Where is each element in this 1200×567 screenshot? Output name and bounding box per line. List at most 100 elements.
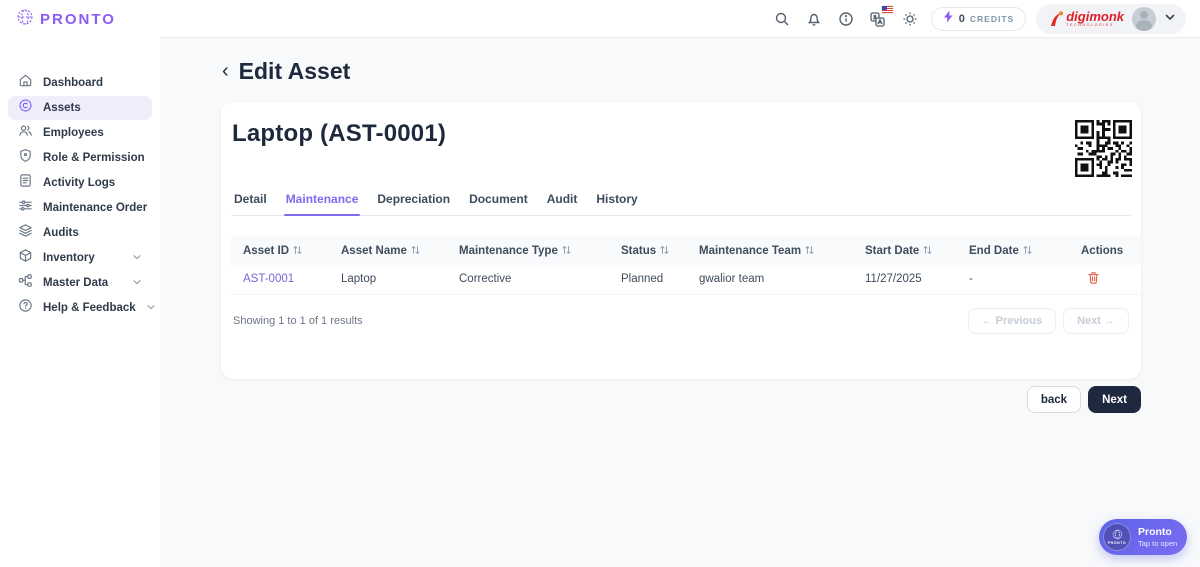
topbar-actions: 0 CREDITS digimonk TECHNOLOGIES (771, 4, 1200, 34)
sidebar-item-role-permission[interactable]: Role & Permission (8, 146, 152, 170)
sidebar: Dashboard Assets Employees Role & Permissio… (0, 38, 160, 567)
sort-icon[interactable] (805, 245, 814, 255)
sidebar-item-label: Assets (43, 102, 81, 114)
sidebar-item-dashboard[interactable]: Dashboard (8, 71, 152, 95)
bell-icon[interactable] (803, 8, 825, 30)
chevron-down-icon[interactable] (1164, 10, 1176, 28)
column-header-asset-name[interactable]: Asset Name (329, 236, 447, 265)
sidebar-item-audits[interactable]: Audits (8, 221, 152, 245)
credits-badge[interactable]: 0 CREDITS (931, 7, 1026, 31)
tab-maintenance[interactable]: Maintenance (284, 186, 361, 215)
tab-bar: Detail Maintenance Depreciation Document Aud… (231, 186, 1131, 216)
sort-icon[interactable] (411, 245, 420, 255)
sidebar-item-label: Master Data (43, 277, 108, 289)
maintenance-table: Asset IDAsset NameMaintenance TypeStatus… (231, 236, 1141, 295)
sort-icon[interactable] (293, 245, 302, 255)
table-footer: Showing 1 to 1 of 1 results ← Previous N… (231, 308, 1131, 334)
sidebar-item-label: Inventory (43, 252, 95, 264)
network-icon (18, 273, 33, 293)
credits-label: CREDITS (970, 14, 1014, 24)
column-header-end-date[interactable]: End Date (957, 236, 1069, 265)
pronto-chat-widget[interactable]: PRONTO Pronto Tap to open (1099, 519, 1187, 555)
bolt-icon (943, 10, 954, 28)
start-date-cell: 11/27/2025 (853, 265, 957, 294)
language-flag-us (882, 6, 893, 13)
pagination: ← Previous Next → (968, 308, 1129, 334)
next-button[interactable]: Next (1088, 386, 1141, 413)
sidebar-item-label: Role & Permission (43, 152, 145, 164)
sidebar-item-help-feedback[interactable]: Help & Feedback (8, 296, 152, 320)
sidebar-item-label: Dashboard (43, 77, 103, 89)
table-header: Asset IDAsset NameMaintenance TypeStatus… (231, 236, 1141, 265)
digimonk-logo: digimonk TECHNOLOGIES (1048, 10, 1124, 28)
sidebar-item-label: Employees (43, 127, 104, 139)
page-title: Edit Asset (239, 58, 351, 85)
digimonk-name: digimonk (1066, 10, 1124, 23)
main-content: ‹ Edit Asset Laptop (AST-0001) Detail Mai… (160, 38, 1200, 567)
tab-depreciation[interactable]: Depreciation (375, 186, 452, 215)
widget-logo-text: PRONTO (1108, 541, 1127, 545)
sidebar-item-inventory[interactable]: Inventory (8, 246, 152, 270)
maintenance-team-cell: gwalior team (687, 265, 853, 294)
home-icon (18, 73, 33, 93)
tab-history[interactable]: History (594, 186, 639, 215)
sliders-icon (18, 198, 33, 218)
actions-cell (1069, 265, 1141, 294)
sidebar-item-label: Help & Feedback (43, 302, 136, 314)
account-menu[interactable]: digimonk TECHNOLOGIES (1036, 4, 1186, 34)
logs-icon (18, 173, 33, 193)
status-cell: Planned (609, 265, 687, 294)
digimonk-sub: TECHNOLOGIES (1066, 24, 1124, 28)
footer-actions: back Next (221, 386, 1141, 413)
trash-icon (1087, 271, 1100, 285)
sidebar-item-label: Audits (43, 227, 79, 239)
sidebar-item-employees[interactable]: Employees (8, 121, 152, 145)
credits-count: 0 (959, 13, 965, 25)
column-header-actions: Actions (1069, 236, 1141, 265)
delete-button[interactable] (1087, 271, 1100, 288)
asset-id-cell[interactable]: AST-0001 (231, 265, 329, 294)
sort-icon[interactable] (1023, 245, 1032, 255)
sidebar-item-label: Maintenance Order (43, 202, 147, 214)
asset-title: Laptop (AST-0001) (231, 102, 1131, 148)
help-icon (18, 298, 33, 318)
results-summary: Showing 1 to 1 of 1 results (233, 315, 363, 327)
column-header-status[interactable]: Status (609, 236, 687, 265)
sidebar-item-label: Activity Logs (43, 177, 115, 189)
avatar[interactable] (1132, 7, 1156, 31)
tab-audit[interactable]: Audit (545, 186, 580, 215)
sidebar-item-maintenance-order[interactable]: Maintenance Order (8, 196, 152, 220)
assets-icon (18, 98, 33, 118)
tab-detail[interactable]: Detail (232, 186, 269, 215)
column-header-maintenance-type[interactable]: Maintenance Type (447, 236, 609, 265)
pronto-widget-icon: PRONTO (1103, 523, 1131, 551)
theme-icon[interactable] (899, 8, 921, 30)
back-button[interactable]: back (1027, 386, 1081, 413)
app-logo[interactable]: PRONTO (0, 8, 116, 31)
sidebar-item-activity-logs[interactable]: Activity Logs (8, 171, 152, 195)
back-chevron-icon[interactable]: ‹ (222, 61, 229, 81)
chevron-down-icon (146, 299, 156, 317)
search-icon[interactable] (771, 8, 793, 30)
sidebar-item-assets[interactable]: Assets (8, 96, 152, 120)
next-page-button[interactable]: Next → (1063, 308, 1129, 334)
column-header-asset-id[interactable]: Asset ID (231, 236, 329, 265)
translate-icon[interactable] (867, 8, 889, 30)
logo-text: PRONTO (40, 11, 116, 28)
info-icon[interactable] (835, 8, 857, 30)
column-header-maintenance-team[interactable]: Maintenance Team (687, 236, 853, 265)
topbar: PRONTO 0 CREDITS (0, 0, 1200, 38)
sort-icon[interactable] (923, 245, 932, 255)
shield-icon (18, 148, 33, 168)
digimonk-icon (1048, 10, 1064, 28)
tab-document[interactable]: Document (467, 186, 530, 215)
maintenance-type-cell: Corrective (447, 265, 609, 294)
sidebar-item-master-data[interactable]: Master Data (8, 271, 152, 295)
sort-icon[interactable] (562, 245, 571, 255)
previous-button[interactable]: ← Previous (968, 308, 1057, 334)
employees-icon (18, 123, 33, 143)
sort-icon[interactable] (660, 245, 669, 255)
end-date-cell: - (957, 265, 1069, 294)
column-header-start-date[interactable]: Start Date (853, 236, 957, 265)
layers-icon (18, 223, 33, 243)
